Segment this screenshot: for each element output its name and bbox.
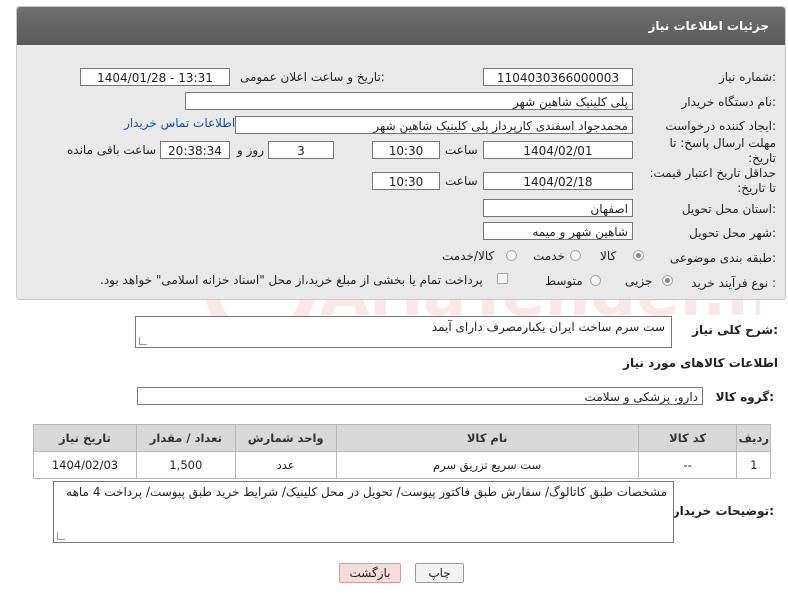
goods-table: ردیف کد کالا نام کالا واحد شمارش تعداد /… xyxy=(33,424,771,479)
need-number-field: 1104030366000003 xyxy=(483,68,633,86)
payment-note: پرداخت تمام یا بخشی از مبلغ خرید،از محل … xyxy=(100,273,483,287)
table-header-row: ردیف کد کالا نام کالا واحد شمارش تعداد /… xyxy=(33,424,771,452)
goods-section-title: اطلاعات کالاهای مورد نیاز xyxy=(623,356,778,370)
cell-code: -- xyxy=(637,451,738,479)
col-name-header: نام کالا xyxy=(335,424,639,452)
cell-name: ست سریع تزریق سرم xyxy=(335,451,639,479)
print-button[interactable]: چاپ xyxy=(415,563,464,583)
buyer-org-label: نام دستگاه خریدار: xyxy=(681,95,777,109)
deadline-hour-label: ساعت xyxy=(445,143,478,157)
need-number-label: شماره نیاز: xyxy=(718,70,776,84)
cell-row: 1 xyxy=(736,451,771,479)
process-medium-radio[interactable] xyxy=(590,275,601,286)
category-service-label: خدمت xyxy=(533,249,565,263)
col-row-header: ردیف xyxy=(736,424,771,452)
buyer-notes-label: توضیحات خریدار: xyxy=(672,504,774,518)
cell-date: 1404/02/03 xyxy=(33,451,137,479)
col-qty-header: تعداد / مقدار xyxy=(135,424,236,452)
category-both-radio[interactable] xyxy=(506,250,517,261)
day-and-label: روز و xyxy=(237,143,264,157)
creator-field: محمدجواد اسفندی کارپرداز پلی کلینیک شاهی… xyxy=(235,116,633,134)
category-goods-label: کالا xyxy=(600,249,617,263)
col-code-header: کد کالا xyxy=(637,424,738,452)
validity-date-field: 1404/02/18 xyxy=(483,172,633,190)
category-goods-radio[interactable] xyxy=(633,250,644,261)
province-field: اصفهان xyxy=(483,199,633,217)
buyer-org-field: پلی کلینیک شاهین شهر xyxy=(185,92,633,110)
category-label: طبقه بندی موضوعی: xyxy=(669,251,776,265)
process-minor-radio[interactable] xyxy=(662,275,673,286)
description-textarea[interactable]: ست سرم ساخت ایران یکبارمصرف دارای آیمد xyxy=(135,316,672,348)
col-unit-header: واحد شمارش xyxy=(234,424,337,452)
goods-group-label: گروه کالا: xyxy=(715,390,774,404)
deadline-time-field: 10:30 xyxy=(372,141,440,159)
deadline-date-field: 1404/02/01 xyxy=(483,141,633,159)
city-field: شاهین شهر و میمه xyxy=(483,222,633,240)
panel-header: جزئیات اطلاعات نیاز xyxy=(17,7,785,45)
col-date-header: تاریخ نیاز xyxy=(33,424,137,452)
category-both-label: کالا/خدمت xyxy=(442,249,495,263)
buyer-contact-link[interactable]: اطلاعات تماس خریدار xyxy=(124,116,235,130)
cell-qty: 1,500 xyxy=(135,451,236,479)
deadline-label: مهلت ارسال پاسخ: تا تاریخ: xyxy=(669,136,776,165)
creator-label: ایجاد کننده درخواست: xyxy=(665,119,776,133)
days-field: 3 xyxy=(268,141,334,159)
buyer-notes-text: مشخصات طبق کاتالوگ/ سفارش طبق فاکتور پیو… xyxy=(66,485,667,499)
validity-hour-label: ساعت xyxy=(445,174,478,188)
treasury-checkbox[interactable] xyxy=(497,273,508,284)
table-row[interactable]: 1 -- ست سریع تزریق سرم عدد 1,500 1404/02… xyxy=(33,451,771,479)
province-label: استان محل تحویل: xyxy=(681,202,776,216)
announce-date-field: 1404/01/28 - 13:31 xyxy=(80,68,230,86)
cell-unit: عدد xyxy=(234,451,337,479)
validity-label: حداقل تاریخ اعتبار قیمت: تا تاریخ: xyxy=(649,166,776,195)
description-text: ست سرم ساخت ایران یکبارمصرف دارای آیمد xyxy=(431,320,665,334)
process-medium-label: متوسط xyxy=(545,274,583,288)
resize-grip-icon[interactable] xyxy=(57,532,65,540)
category-service-radio[interactable] xyxy=(570,250,581,261)
resize-grip-icon[interactable] xyxy=(139,337,147,345)
panel-title: جزئیات اطلاعات نیاز xyxy=(648,19,769,33)
goods-group-field: دارو، پزشکی و سلامت xyxy=(137,387,703,405)
buyer-notes-textarea[interactable]: مشخصات طبق کاتالوگ/ سفارش طبق فاکتور پیو… xyxy=(53,481,674,543)
remaining-time-field: 20:38:34 xyxy=(160,141,230,159)
description-label: شرح کلی نیاز: xyxy=(692,323,778,337)
back-button[interactable]: بازگشت xyxy=(339,563,401,583)
validity-time-field: 10:30 xyxy=(372,172,440,190)
process-label: نوع فرآیند خرید : xyxy=(691,276,776,290)
announce-date-label: تاریخ و ساعت اعلان عمومی: xyxy=(240,70,385,84)
process-minor-label: جزیی xyxy=(625,274,653,288)
remaining-label: ساعت باقی مانده xyxy=(67,143,157,157)
city-label: شهر محل تحویل: xyxy=(689,226,776,240)
